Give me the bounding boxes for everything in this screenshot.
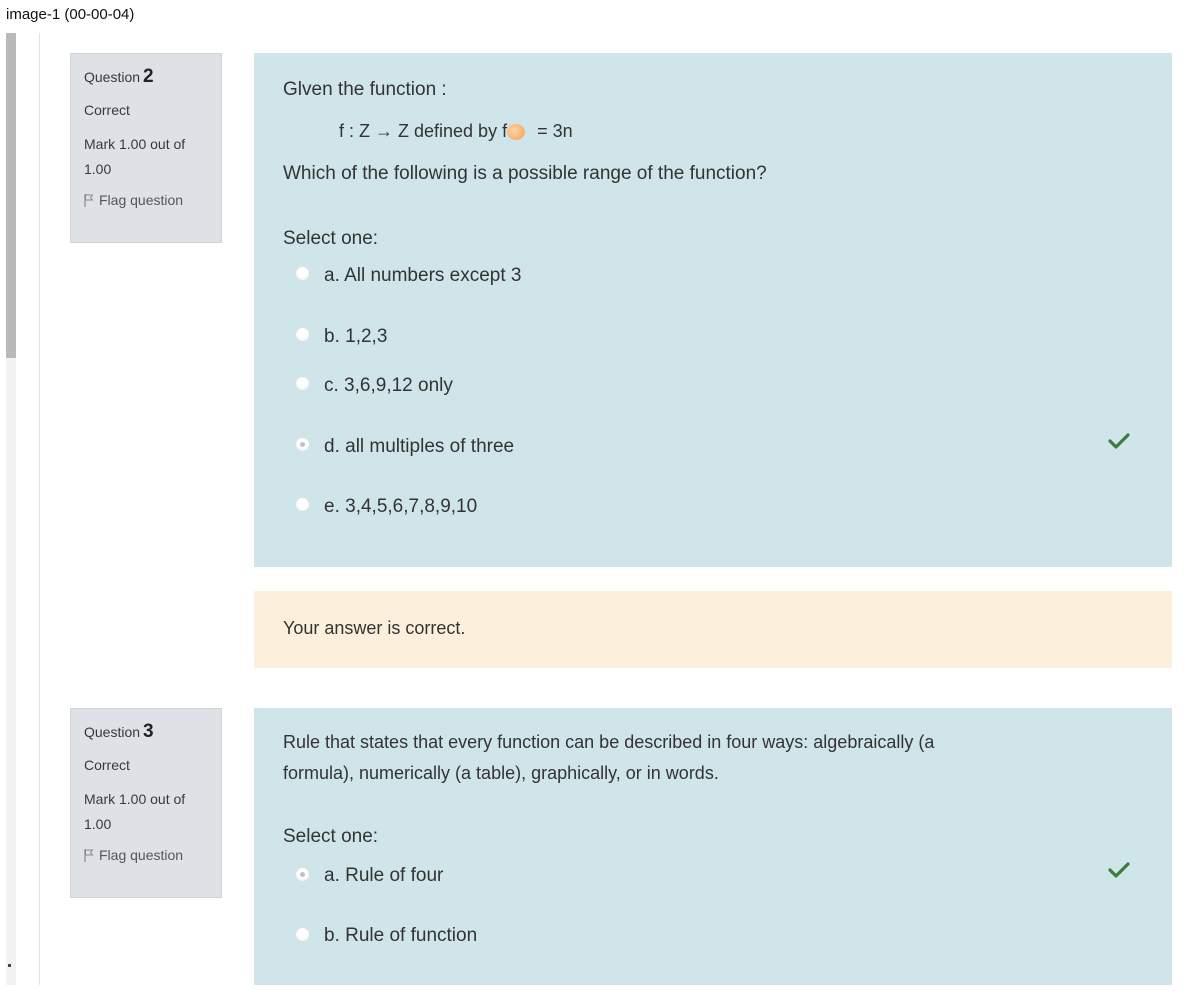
scrollbar-thumb[interactable] xyxy=(6,33,16,358)
answer-radio-c[interactable] xyxy=(295,376,310,391)
question-content: Glven the function : f : Z → Z defined b… xyxy=(254,53,1172,567)
question-content: Rule that states that every function can… xyxy=(254,708,1172,985)
question-label: Question xyxy=(84,724,141,740)
flag-icon xyxy=(84,848,94,862)
question-prompt: Which of the following is a possible ran… xyxy=(283,163,767,184)
flag-question-label: Flag question xyxy=(99,847,184,863)
flag-icon xyxy=(84,193,94,207)
flag-question-link[interactable]: Flag question xyxy=(84,192,209,208)
formula-right: = 3n xyxy=(537,121,573,141)
answer-option-b[interactable]: b. Rule of function xyxy=(324,925,477,947)
scrollbar[interactable] xyxy=(6,33,16,985)
window-title: image-1 (00-00-04) xyxy=(6,6,135,23)
answer-radio-b[interactable] xyxy=(295,927,310,942)
answer-option-b[interactable]: b. 1,2,3 xyxy=(324,326,387,348)
answer-radio-d[interactable] xyxy=(295,437,310,452)
question-number: 3 xyxy=(143,721,154,742)
smudge-mark xyxy=(507,124,526,141)
flag-question-label: Flag question xyxy=(99,192,184,208)
function-formula: f : Z → Z defined by f = 3n xyxy=(339,121,573,142)
check-icon xyxy=(1108,862,1130,878)
answer-option-a[interactable]: a. Rule of four xyxy=(324,865,443,887)
answer-option-e[interactable]: e. 3,4,5,6,7,8,9,10 xyxy=(324,496,477,518)
question-grade: Mark 1.00 out of 1.00 xyxy=(84,791,186,832)
answer-option-d[interactable]: d. all multiples of three xyxy=(324,436,514,458)
answer-option-a[interactable]: a. All numbers except 3 xyxy=(324,265,522,287)
check-icon xyxy=(1108,433,1130,449)
margin-mark xyxy=(8,964,11,967)
formula-left: f : Z → Z defined by f xyxy=(339,121,508,141)
feedback-text: Your answer is correct. xyxy=(283,618,466,638)
question-prompt: formula), numerically (a table), graphic… xyxy=(283,763,719,783)
question-label: Question xyxy=(84,69,141,85)
answer-radio-a[interactable] xyxy=(295,867,310,882)
question-prompt: Rule that states that every function can… xyxy=(283,732,935,752)
question-intro: Glven the function : xyxy=(283,79,447,100)
select-one-label: Select one: xyxy=(283,228,379,249)
answer-option-c[interactable]: c. 3,6,9,12 only xyxy=(324,375,453,397)
page-divider xyxy=(39,33,40,985)
answer-radio-e[interactable] xyxy=(295,497,310,512)
select-one-label: Select one: xyxy=(283,826,379,847)
question-number: 2 xyxy=(143,66,154,87)
question-info: Question 3 Correct Mark 1.00 out of 1.00 … xyxy=(70,708,222,898)
answer-radio-b[interactable] xyxy=(295,327,310,342)
feedback-box: Your answer is correct. xyxy=(254,591,1172,668)
flag-question-link[interactable]: Flag question xyxy=(84,847,209,863)
question-grade: Mark 1.00 out of 1.00 xyxy=(84,136,186,177)
question-state: Correct xyxy=(84,757,130,773)
question-info: Question 2 Correct Mark 1.00 out of 1.00 … xyxy=(70,53,222,243)
answer-radio-a[interactable] xyxy=(295,266,310,281)
question-state: Correct xyxy=(84,102,130,118)
